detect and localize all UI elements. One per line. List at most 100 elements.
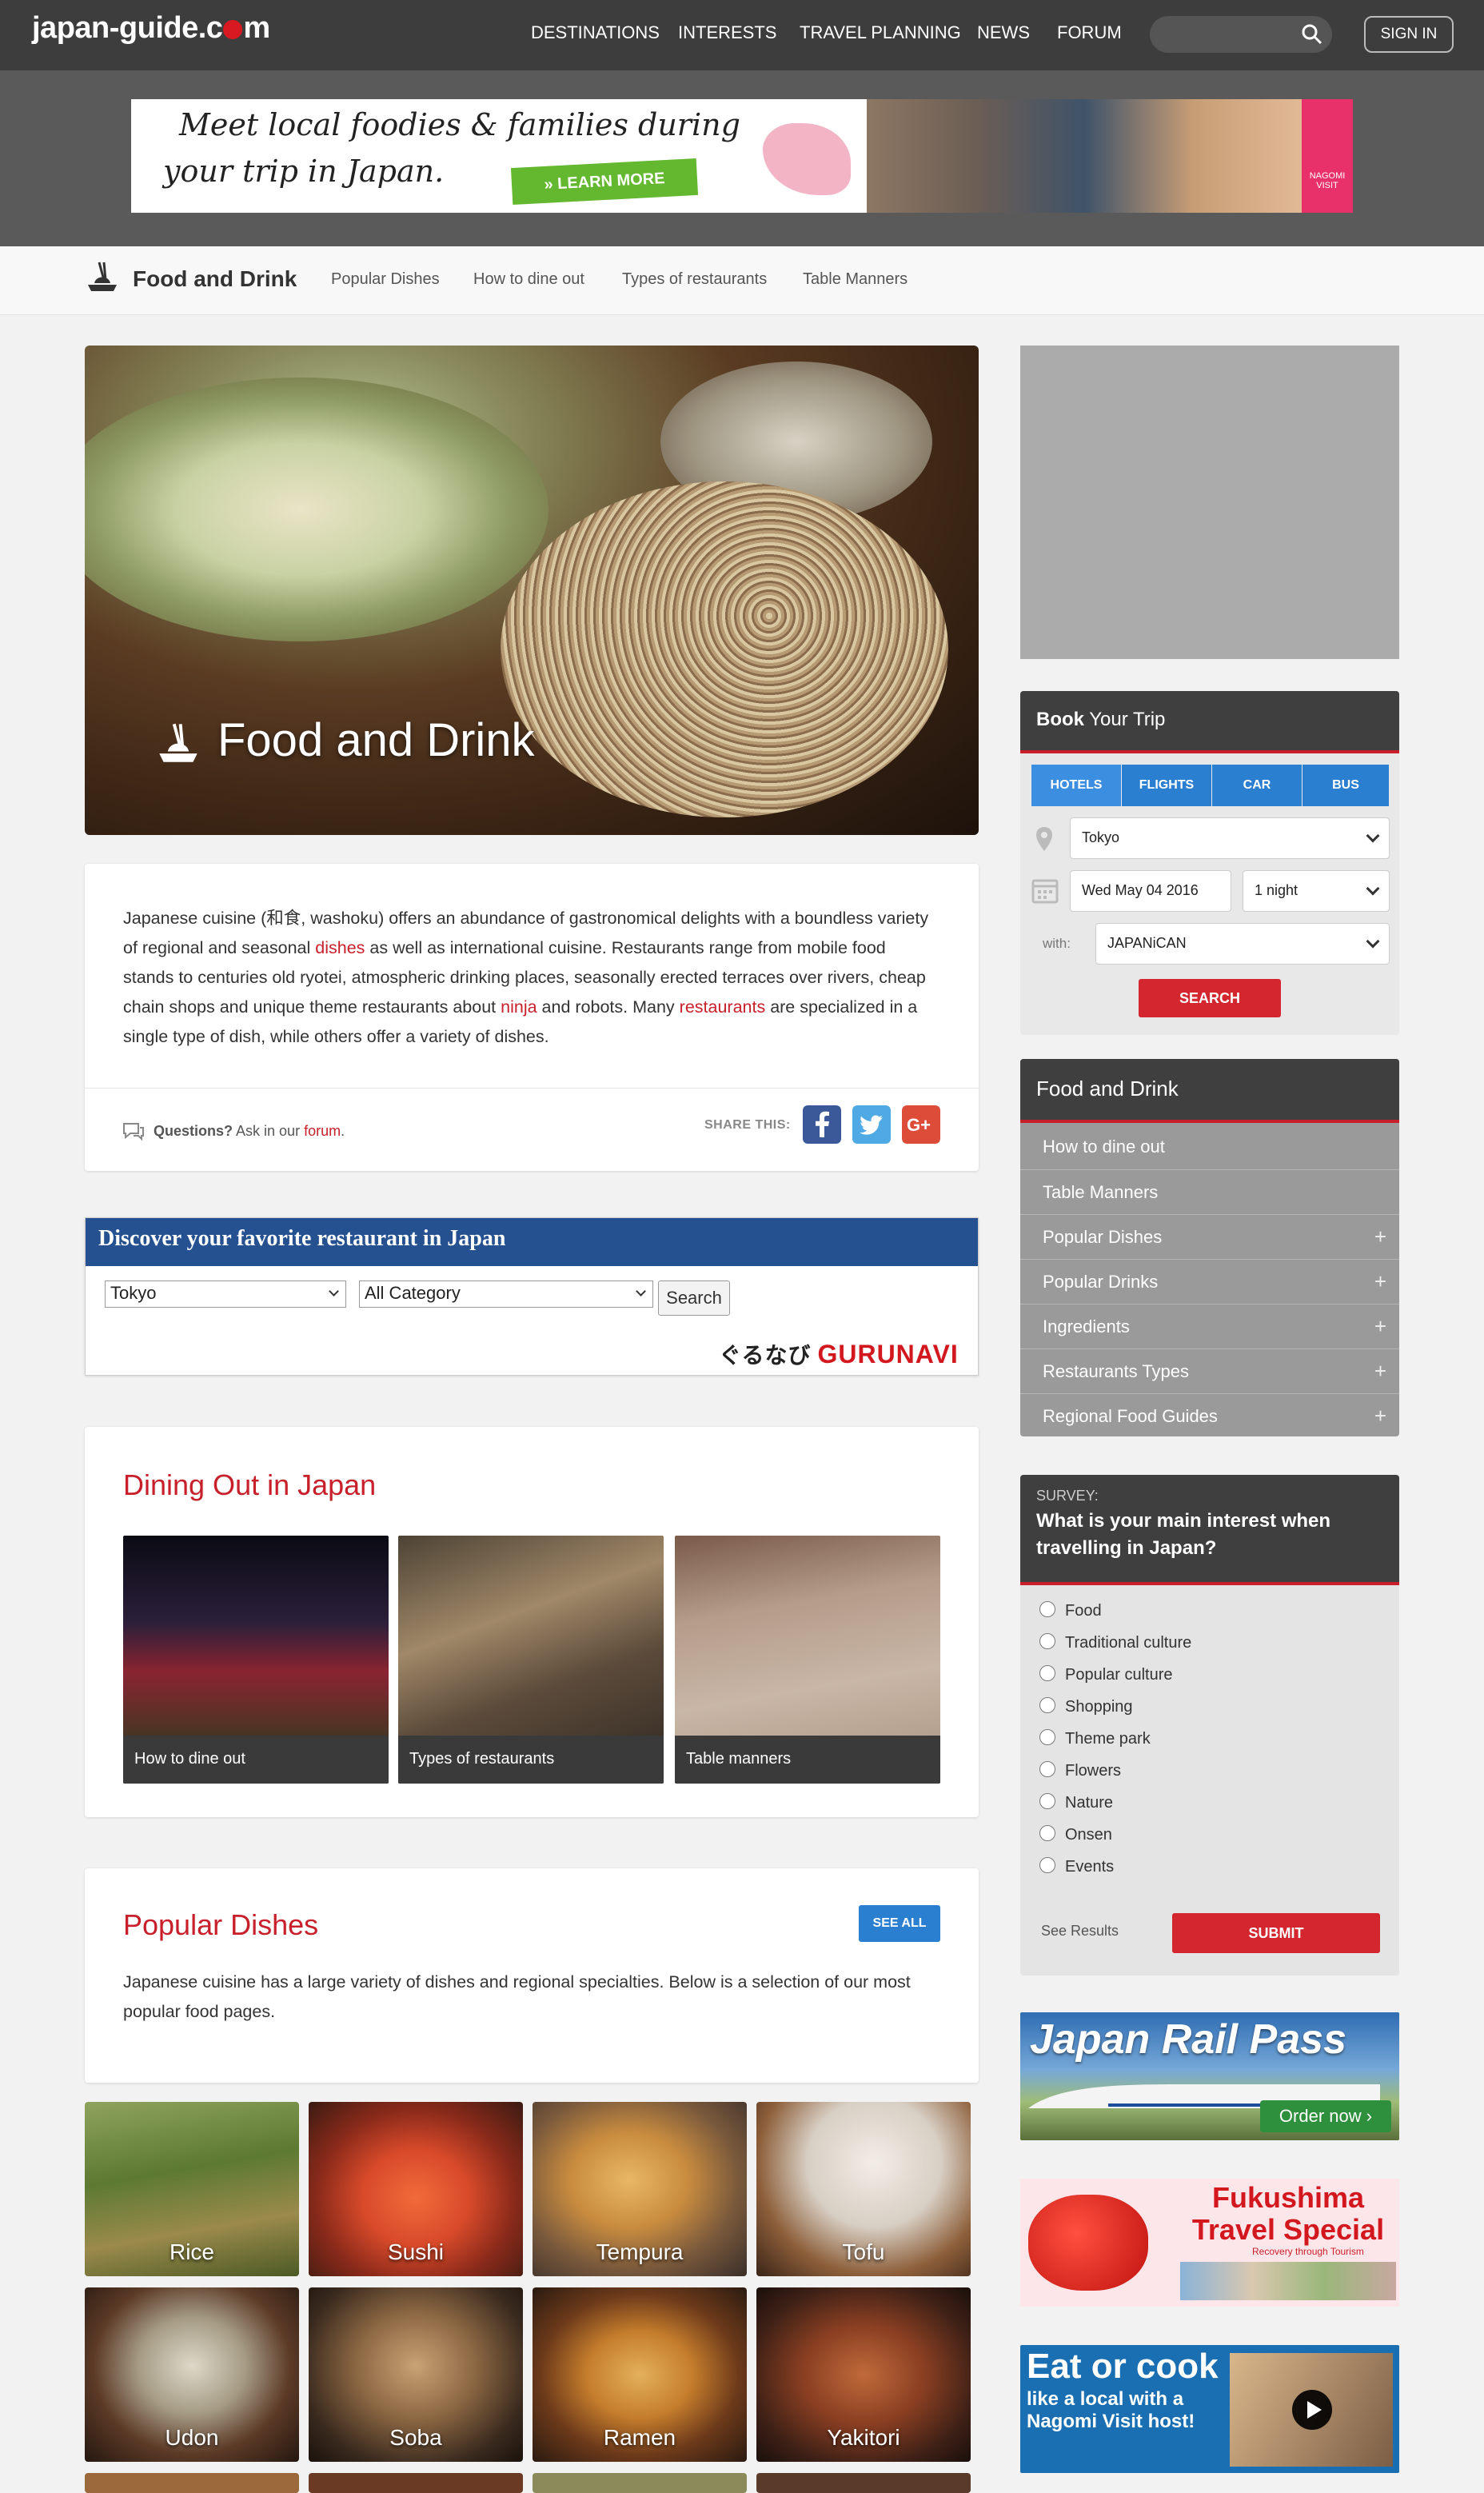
category-select[interactable]: All Category <box>359 1280 653 1308</box>
subnav-title[interactable]: Food and Drink <box>133 266 297 292</box>
jrp-order-now-button[interactable]: Order now › <box>1260 2100 1391 2132</box>
dish-tile-partial[interactable] <box>533 2473 747 2493</box>
tab-hotels[interactable]: HOTELS <box>1031 765 1121 806</box>
food-drink-menu-title[interactable]: Food and Drink <box>1020 1059 1399 1123</box>
dish-tile-udon[interactable]: Udon <box>85 2287 299 2462</box>
dish-tile-soba[interactable]: Soba <box>309 2287 523 2462</box>
restaurants-link[interactable]: restaurants <box>680 997 766 1017</box>
dish-tile-partial[interactable] <box>756 2473 971 2493</box>
dish-tile-partial[interactable] <box>85 2473 299 2493</box>
popular-dishes-title[interactable]: Popular Dishes <box>123 1908 318 1942</box>
menu-item-restaurant-types[interactable]: Restaurants Types + <box>1020 1348 1399 1393</box>
radio-button[interactable] <box>1039 1825 1055 1841</box>
dine-tile-types-of-restaurants[interactable]: Types of restaurants <box>398 1536 664 1784</box>
gurunavi-search-button[interactable]: Search <box>658 1280 730 1316</box>
nav-forum[interactable]: FORUM <box>1057 22 1122 43</box>
radio-button[interactable] <box>1039 1665 1055 1681</box>
dish-tile-rice[interactable]: Rice <box>85 2102 299 2276</box>
nights-select[interactable]: 1 night <box>1243 870 1390 912</box>
sign-in-button[interactable]: SIGN IN <box>1364 16 1454 53</box>
dish-tile-tofu[interactable]: Tofu <box>756 2102 971 2276</box>
banner-headline: Meet local foodies & families during <box>179 107 740 142</box>
food-bowl-icon <box>88 262 117 291</box>
chevron-down-icon <box>1366 881 1380 896</box>
survey-option-events[interactable]: Events <box>1039 1857 1114 1876</box>
search-icon[interactable] <box>1300 22 1324 46</box>
forum-link[interactable]: forum <box>304 1123 341 1139</box>
subnav-link-popular-dishes[interactable]: Popular Dishes <box>331 270 440 289</box>
dish-tile-sushi[interactable]: Sushi <box>309 2102 523 2276</box>
subnav-link-types-of-restaurants[interactable]: Types of restaurants <box>622 270 767 289</box>
area-select[interactable]: Tokyo <box>105 1280 346 1308</box>
calendar-icon <box>1031 879 1059 904</box>
menu-item-ingredients[interactable]: Ingredients + <box>1020 1304 1399 1348</box>
menu-item-how-to-dine-out[interactable]: How to dine out <box>1020 1125 1399 1169</box>
menu-item-label: Table Manners <box>1043 1182 1159 1202</box>
radio-button[interactable] <box>1039 1697 1055 1713</box>
nagomi-banner-ad[interactable]: Meet local foodies & families during you… <box>131 99 1353 213</box>
twitter-icon[interactable] <box>852 1105 891 1144</box>
share-label: SHARE THIS: <box>704 1118 791 1132</box>
subnav-link-how-to-dine-out[interactable]: How to dine out <box>473 270 584 289</box>
japan-rail-pass-ad[interactable]: Japan Rail Pass Order now › <box>1020 2012 1399 2140</box>
radio-button[interactable] <box>1039 1729 1055 1745</box>
radio-button[interactable] <box>1039 1601 1055 1617</box>
see-all-button[interactable]: SEE ALL <box>859 1905 940 1942</box>
radio-button[interactable] <box>1039 1761 1055 1777</box>
survey-option-shopping[interactable]: Shopping <box>1039 1697 1133 1716</box>
expand-plus-icon[interactable]: + <box>1374 1359 1386 1384</box>
menu-item-regional-food-guides[interactable]: Regional Food Guides + <box>1020 1393 1399 1436</box>
menu-item-popular-dishes[interactable]: Popular Dishes + <box>1020 1214 1399 1259</box>
gurunavi-logo[interactable]: ぐるなび GURUNAVI <box>719 1338 959 1370</box>
radio-button[interactable] <box>1039 1633 1055 1649</box>
menu-item-table-manners[interactable]: Table Manners <box>1020 1169 1399 1214</box>
facebook-icon[interactable] <box>803 1105 841 1144</box>
play-icon[interactable] <box>1292 2390 1332 2430</box>
dish-tile-tempura[interactable]: Tempura <box>533 2102 747 2276</box>
dish-tile-ramen[interactable]: Ramen <box>533 2287 747 2462</box>
see-results-link[interactable]: See Results <box>1041 1923 1119 1940</box>
dish-tile-partial[interactable] <box>309 2473 523 2493</box>
survey-option-food[interactable]: Food <box>1039 1601 1102 1620</box>
nav-travel-planning[interactable]: TRAVEL PLANNING <box>800 22 961 43</box>
expand-plus-icon[interactable]: + <box>1374 1225 1386 1249</box>
survey-option-nature[interactable]: Nature <box>1039 1793 1113 1812</box>
japan-map-icon <box>763 123 851 195</box>
dine-tile-table-manners[interactable]: Table manners <box>675 1536 940 1784</box>
dining-out-title[interactable]: Dining Out in Japan <box>123 1468 376 1502</box>
dine-tile-how-to-dine-out[interactable]: How to dine out <box>123 1536 389 1784</box>
eat-or-cook-ad[interactable]: Eat or cook like a local with a Nagomi V… <box>1020 2345 1399 2473</box>
survey-option-onsen[interactable]: Onsen <box>1039 1825 1112 1844</box>
fukushima-ad[interactable]: Fukushima Travel Special Recovery throug… <box>1020 2179 1399 2307</box>
expand-plus-icon[interactable]: + <box>1374 1314 1386 1339</box>
menu-item-popular-drinks[interactable]: Popular Drinks + <box>1020 1259 1399 1304</box>
radio-button[interactable] <box>1039 1857 1055 1873</box>
banner-learn-more-button[interactable]: » LEARN MORE <box>510 158 699 206</box>
google-plus-icon[interactable]: G+ <box>902 1105 940 1144</box>
expand-plus-icon[interactable]: + <box>1374 1404 1386 1428</box>
survey-option-flowers[interactable]: Flowers <box>1039 1761 1121 1780</box>
nav-news[interactable]: NEWS <box>977 22 1030 43</box>
check-in-date-field[interactable]: Wed May 04 2016 <box>1070 870 1231 912</box>
survey-option-popular-culture[interactable]: Popular culture <box>1039 1665 1173 1684</box>
expand-plus-icon[interactable]: + <box>1374 1269 1386 1294</box>
banner-subline: your trip in Japan. <box>163 154 445 189</box>
ninja-link[interactable]: ninja <box>501 997 537 1017</box>
nav-destinations[interactable]: DESTINATIONS <box>531 22 660 43</box>
radio-button[interactable] <box>1039 1793 1055 1809</box>
nights-value: 1 night <box>1255 882 1298 898</box>
survey-option-theme-park[interactable]: Theme park <box>1039 1729 1151 1748</box>
tab-bus[interactable]: BUS <box>1302 765 1389 806</box>
tab-car[interactable]: CAR <box>1212 765 1302 806</box>
survey-option-traditional-culture[interactable]: Traditional culture <box>1039 1633 1191 1652</box>
dish-tile-yakitori[interactable]: Yakitori <box>756 2287 971 2462</box>
survey-submit-button[interactable]: SUBMIT <box>1172 1913 1380 1953</box>
site-logo[interactable]: japan-guide.c m <box>32 11 270 46</box>
dishes-link[interactable]: dishes <box>315 938 365 957</box>
subnav-link-table-manners[interactable]: Table Manners <box>803 270 908 289</box>
nav-interests[interactable]: INTERESTS <box>678 22 776 43</box>
provider-select[interactable]: JAPANiCAN <box>1095 923 1390 965</box>
location-select[interactable]: Tokyo <box>1070 817 1390 859</box>
tab-flights[interactable]: FLIGHTS <box>1122 765 1211 806</box>
book-search-button[interactable]: SEARCH <box>1139 979 1281 1017</box>
